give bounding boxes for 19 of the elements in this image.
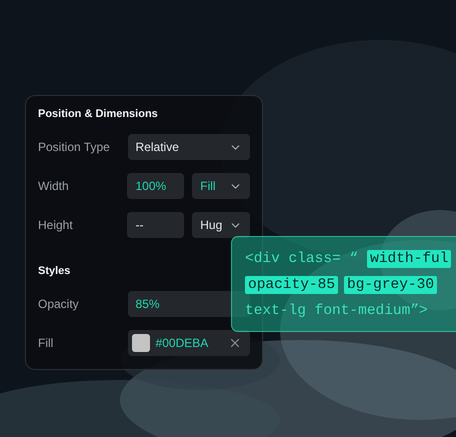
field-label: Width xyxy=(38,179,70,193)
close-icon[interactable] xyxy=(228,336,242,350)
code-text: <div class= “ xyxy=(244,250,360,268)
field-label: Position Type xyxy=(38,140,111,154)
class-token: opacity-85 xyxy=(245,276,338,294)
sizing-select[interactable]: Hug xyxy=(192,212,250,238)
sizing-select[interactable]: Fill xyxy=(192,173,250,199)
color-swatch[interactable] xyxy=(132,334,150,352)
class-token: width-ful xyxy=(367,250,452,268)
position-type-select[interactable]: Relative xyxy=(128,134,250,160)
size-input[interactable]: -- xyxy=(127,212,184,238)
field-label: Opacity xyxy=(38,297,80,311)
size-input[interactable]: 100% xyxy=(127,173,184,199)
class-token: bg-grey-30 xyxy=(344,276,438,294)
field-label: Height xyxy=(38,218,74,232)
section-title: Styles xyxy=(38,265,72,277)
color-input[interactable]: #00DEBA xyxy=(128,330,250,356)
field-label: Fill xyxy=(38,336,54,350)
section-title: Position & Dimensions xyxy=(38,108,159,120)
